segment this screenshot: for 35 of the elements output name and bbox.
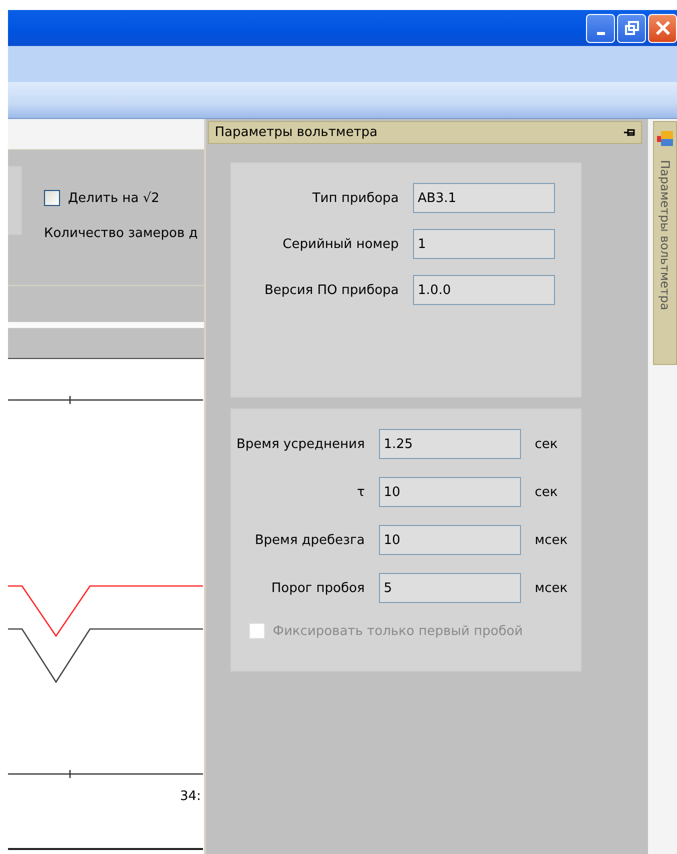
- window-icon: [657, 130, 673, 148]
- unit-label: мсек: [534, 532, 569, 548]
- field-label: Время усреднения: [235, 436, 365, 452]
- restore-button[interactable]: [617, 14, 646, 42]
- input-field[interactable]: 10: [378, 525, 521, 555]
- input-field[interactable]: 10: [378, 477, 521, 507]
- field-label: Версия ПО прибора: [264, 282, 399, 298]
- side-tab[interactable]: Параметры вольтметра: [653, 121, 677, 365]
- unit-label: мсек: [534, 580, 569, 596]
- checkbox-label: Делить на √2: [68, 190, 160, 206]
- checkbox-label: Фиксировать только первый пробой: [272, 624, 523, 638]
- input-field[interactable]: 1: [412, 229, 555, 259]
- close-button[interactable]: [648, 14, 677, 42]
- side-tab-label: Параметры вольтметра: [658, 160, 672, 310]
- input-field[interactable]: АВ3.1: [412, 183, 555, 213]
- field-label: Порог пробоя: [270, 580, 365, 596]
- field-label: τ: [356, 484, 365, 500]
- count-label: Количество замеров д: [44, 226, 198, 242]
- minimize-icon: [596, 32, 604, 34]
- field-label: Время дребезга: [254, 532, 365, 548]
- restore-icon: [624, 21, 638, 35]
- input-field[interactable]: 1.0.0: [412, 275, 555, 305]
- pin-icon[interactable]: [624, 128, 635, 137]
- unit-label: сек: [534, 436, 559, 452]
- unit-label: сек: [534, 484, 559, 500]
- field-label: Серийный номер: [282, 236, 399, 252]
- field-label: Тип прибора: [311, 190, 399, 206]
- divide-checkbox[interactable]: Делить на √2: [44, 190, 198, 206]
- input-field[interactable]: 5: [378, 573, 521, 603]
- input-field[interactable]: 1.25: [378, 429, 521, 459]
- axis-label: 34:: [180, 789, 201, 804]
- checkbox-box[interactable]: [44, 190, 60, 206]
- minimize-button[interactable]: [586, 14, 615, 42]
- close-icon: [654, 20, 670, 36]
- panel-title: Параметры вольтметра: [214, 125, 378, 140]
